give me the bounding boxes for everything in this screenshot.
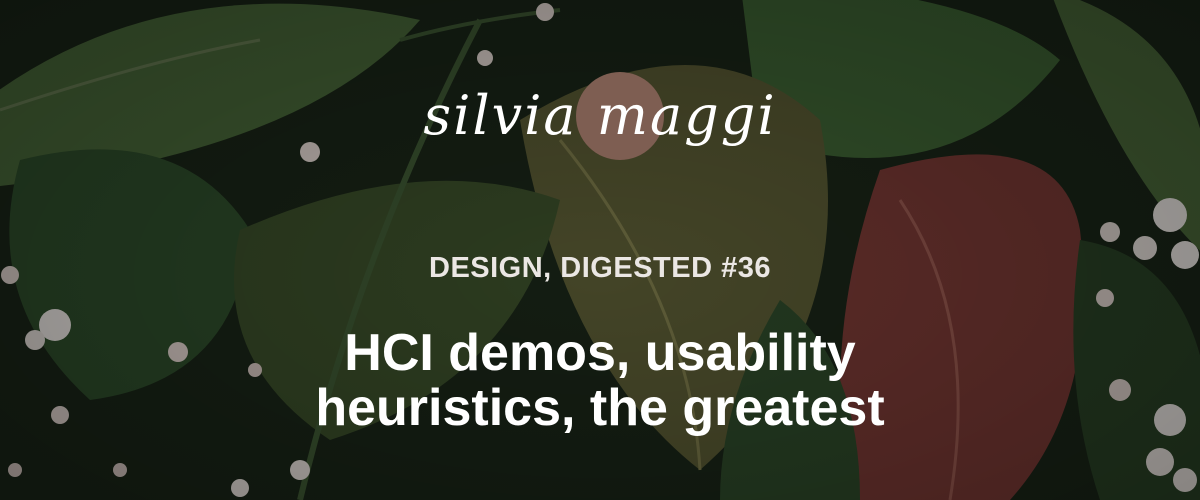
logo-wordmark: silvia maggi xyxy=(423,84,777,147)
newsletter-issue-label: DESIGN, DIGESTED #36 xyxy=(429,252,771,284)
page-title: HCI demos, usability heuristics, the gre… xyxy=(0,326,1200,435)
brand-logo: silvia maggi xyxy=(385,66,815,206)
hero-banner: silvia maggi DESIGN, DIGESTED #36 HCI de… xyxy=(0,0,1200,500)
title-line-1: HCI demos, usability xyxy=(344,324,856,382)
title-line-2: heuristics, the greatest xyxy=(315,378,885,437)
